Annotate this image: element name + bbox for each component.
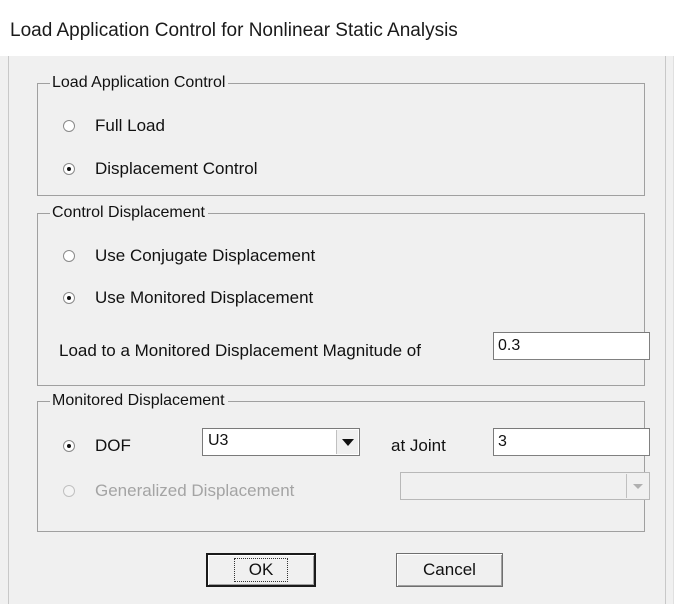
cancel-button[interactable]: Cancel (396, 553, 503, 587)
dof-select-value: U3 (208, 432, 229, 449)
use-monitored-displacement-radio[interactable] (63, 292, 75, 304)
use-monitored-displacement-label: Use Monitored Displacement (95, 288, 314, 307)
full-load-option[interactable]: Full Load (63, 116, 165, 136)
generalized-displacement-select (400, 472, 650, 500)
load-application-control-legend: Load Application Control (52, 74, 226, 91)
magnitude-input[interactable] (493, 332, 650, 360)
monitored-displacement-group: Monitored Displacement (37, 392, 645, 532)
displacement-control-option[interactable]: Displacement Control (63, 159, 258, 179)
cancel-button-label: Cancel (423, 560, 476, 579)
use-conjugate-displacement-option[interactable]: Use Conjugate Displacement (63, 246, 315, 266)
dialog-panel: Load Application Control Full Load Displ… (8, 56, 666, 604)
dof-dropdown-button[interactable] (336, 430, 358, 454)
generalized-displacement-radio (63, 485, 75, 497)
control-displacement-legend: Control Displacement (52, 204, 205, 221)
joint-input[interactable] (493, 428, 650, 456)
use-conjugate-displacement-radio[interactable] (63, 250, 75, 262)
use-monitored-displacement-option[interactable]: Use Monitored Displacement (63, 288, 313, 308)
dof-select[interactable]: U3 (202, 428, 360, 456)
chevron-down-icon (632, 483, 643, 489)
generalized-dropdown-button (626, 474, 648, 498)
window-title: Load Application Control for Nonlinear S… (10, 20, 458, 41)
dialog-client-area: Load Application Control Full Load Displ… (0, 56, 674, 604)
monitored-displacement-legend: Monitored Displacement (52, 392, 225, 409)
dof-option[interactable]: DOF (63, 436, 131, 456)
ok-button-label: OK (233, 558, 289, 582)
dof-radio[interactable] (63, 440, 75, 452)
magnitude-label: Load to a Monitored Displacement Magnitu… (59, 341, 421, 360)
title-bar: Load Application Control for Nonlinear S… (0, 0, 683, 56)
use-conjugate-displacement-label: Use Conjugate Displacement (95, 246, 316, 265)
generalized-displacement-label: Generalized Displacement (95, 481, 295, 500)
displacement-control-radio[interactable] (63, 163, 75, 175)
dof-label: DOF (95, 436, 131, 455)
at-joint-label: at Joint (391, 436, 446, 455)
ok-button[interactable]: OK (206, 553, 316, 587)
full-load-label: Full Load (95, 116, 165, 135)
generalized-displacement-option: Generalized Displacement (63, 481, 294, 501)
chevron-down-icon (341, 438, 354, 446)
full-load-radio[interactable] (63, 120, 75, 132)
displacement-control-label: Displacement Control (95, 159, 258, 178)
